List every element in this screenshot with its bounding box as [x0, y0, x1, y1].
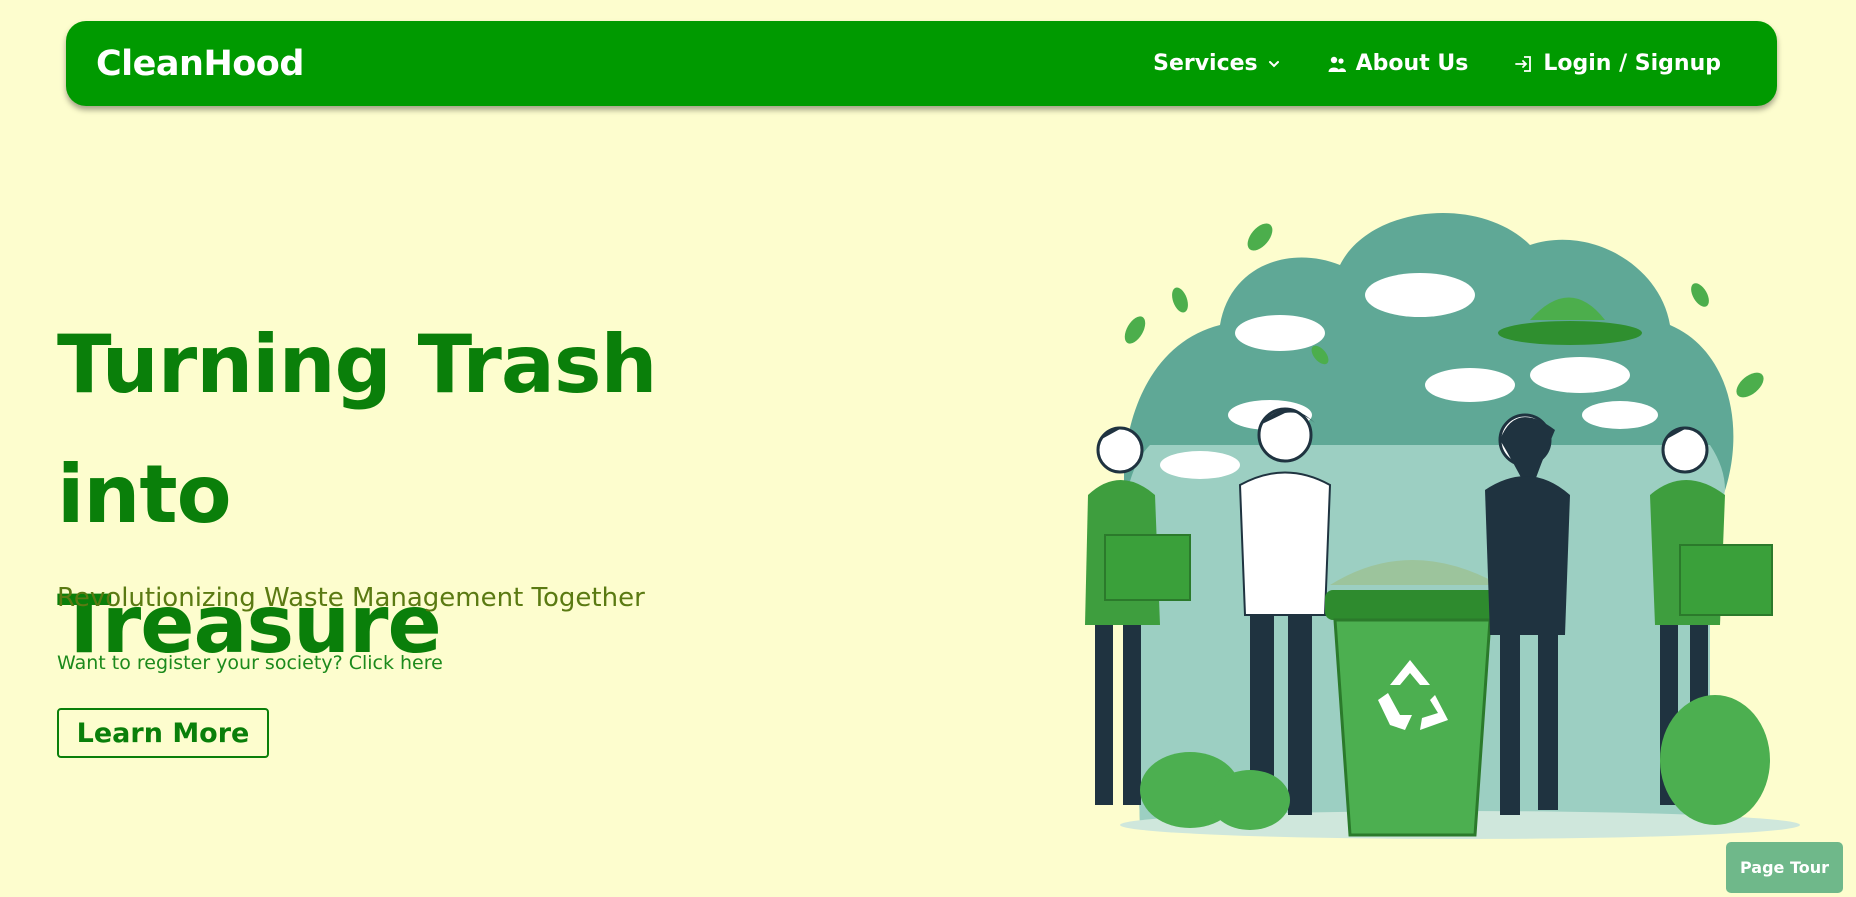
nav-services-label: Services [1153, 51, 1258, 76]
nav-login-signup[interactable]: Login / Signup [1514, 51, 1721, 76]
nav-login-signup-label: Login / Signup [1543, 51, 1721, 76]
page-tour-button[interactable]: Page Tour [1726, 842, 1843, 893]
nav-about-us[interactable]: About Us [1327, 51, 1469, 76]
nav-about-us-label: About Us [1355, 51, 1469, 76]
recycling-illustration [1085, 212, 1800, 839]
hero-subtitle: Revolutionizing Waste Management Togethe… [57, 583, 645, 613]
login-icon [1515, 55, 1532, 72]
nav-links: Services About Us Login / Signup [1153, 51, 1721, 76]
hero-headline-line1: Turning Trash into [57, 318, 657, 541]
nav-services[interactable]: Services [1153, 51, 1281, 76]
top-navbar: CleanHood Services About Us Login / Sign… [66, 21, 1777, 106]
brand-logo[interactable]: CleanHood [96, 44, 304, 84]
register-society-link[interactable]: Want to register your society? Click her… [57, 652, 443, 674]
hero-headline: Turning Trash into Treasure [57, 300, 817, 690]
learn-more-button[interactable]: Learn More [57, 708, 269, 758]
chevron-down-icon [1268, 60, 1279, 67]
people-icon [1328, 56, 1346, 72]
